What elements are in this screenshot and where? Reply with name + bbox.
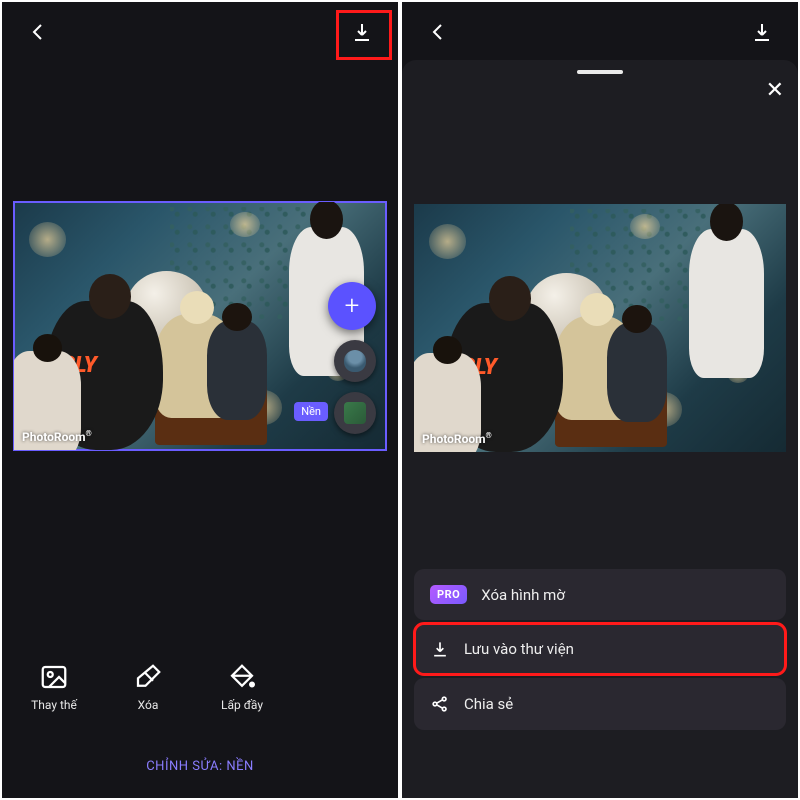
share-icon bbox=[430, 694, 450, 714]
menu-save-library-label: Lưu vào thư viện bbox=[464, 640, 574, 658]
preview-area: SLY PhotoRoom® bbox=[402, 204, 798, 452]
tool-fill-label: Lấp đầy bbox=[221, 698, 263, 712]
paint-bucket-icon bbox=[227, 662, 257, 692]
tool-fill[interactable]: Lấp đầy bbox=[214, 662, 270, 712]
download-icon bbox=[430, 639, 450, 659]
watermark-text: PhotoRoom® bbox=[22, 429, 92, 444]
editor-topbar bbox=[2, 2, 398, 62]
image-icon bbox=[39, 662, 69, 692]
editor-mode-label: CHỈNH SỬA: NỀN bbox=[2, 759, 398, 774]
menu-remove-watermark[interactable]: PRO Xóa hình mờ bbox=[414, 569, 786, 620]
layer-person[interactable] bbox=[334, 340, 376, 382]
eraser-icon bbox=[133, 662, 163, 692]
tool-delete[interactable]: Xóa bbox=[120, 662, 176, 712]
sheet-grabber[interactable] bbox=[577, 70, 623, 74]
menu-share[interactable]: Chia sẻ bbox=[414, 678, 786, 730]
layer-background[interactable]: Nền bbox=[334, 392, 376, 434]
tool-replace[interactable]: Thay thế bbox=[26, 662, 82, 712]
pro-badge: PRO bbox=[430, 585, 467, 604]
add-layer-button[interactable]: + bbox=[328, 282, 376, 330]
menu-save-library[interactable]: Lưu vào thư viện bbox=[414, 623, 786, 675]
close-icon: ✕ bbox=[766, 78, 784, 103]
tool-delete-label: Xóa bbox=[138, 698, 159, 712]
download-button[interactable] bbox=[344, 14, 380, 50]
export-screen: ✕ SLY PhotoRoom® PRO Xóa hình mờ bbox=[402, 2, 798, 798]
close-button[interactable]: ✕ bbox=[766, 78, 784, 103]
menu-share-label: Chia sẻ bbox=[464, 695, 513, 713]
export-menu: PRO Xóa hình mờ Lưu vào thư viện Chia sẻ bbox=[414, 569, 786, 730]
back-button[interactable] bbox=[20, 14, 56, 50]
watermark-text: PhotoRoom® bbox=[422, 431, 492, 446]
layer-background-label: Nền bbox=[294, 402, 328, 421]
export-topbar bbox=[402, 2, 798, 62]
menu-remove-watermark-label: Xóa hình mờ bbox=[481, 586, 565, 604]
back-button[interactable] bbox=[420, 14, 456, 50]
tool-replace-label: Thay thế bbox=[31, 698, 77, 712]
layer-stack: + Nền bbox=[328, 282, 376, 434]
export-sheet: ✕ SLY PhotoRoom® PRO Xóa hình mờ bbox=[402, 60, 798, 798]
editor-screen: SLY PhotoRoom® + Nền Thay thế Xóa Lấp đầ… bbox=[2, 2, 398, 798]
preview-photo: SLY PhotoRoom® bbox=[414, 204, 786, 452]
download-button[interactable] bbox=[744, 14, 780, 50]
plus-icon: + bbox=[345, 291, 360, 321]
bottom-toolbar: Thay thế Xóa Lấp đầy bbox=[2, 662, 398, 712]
